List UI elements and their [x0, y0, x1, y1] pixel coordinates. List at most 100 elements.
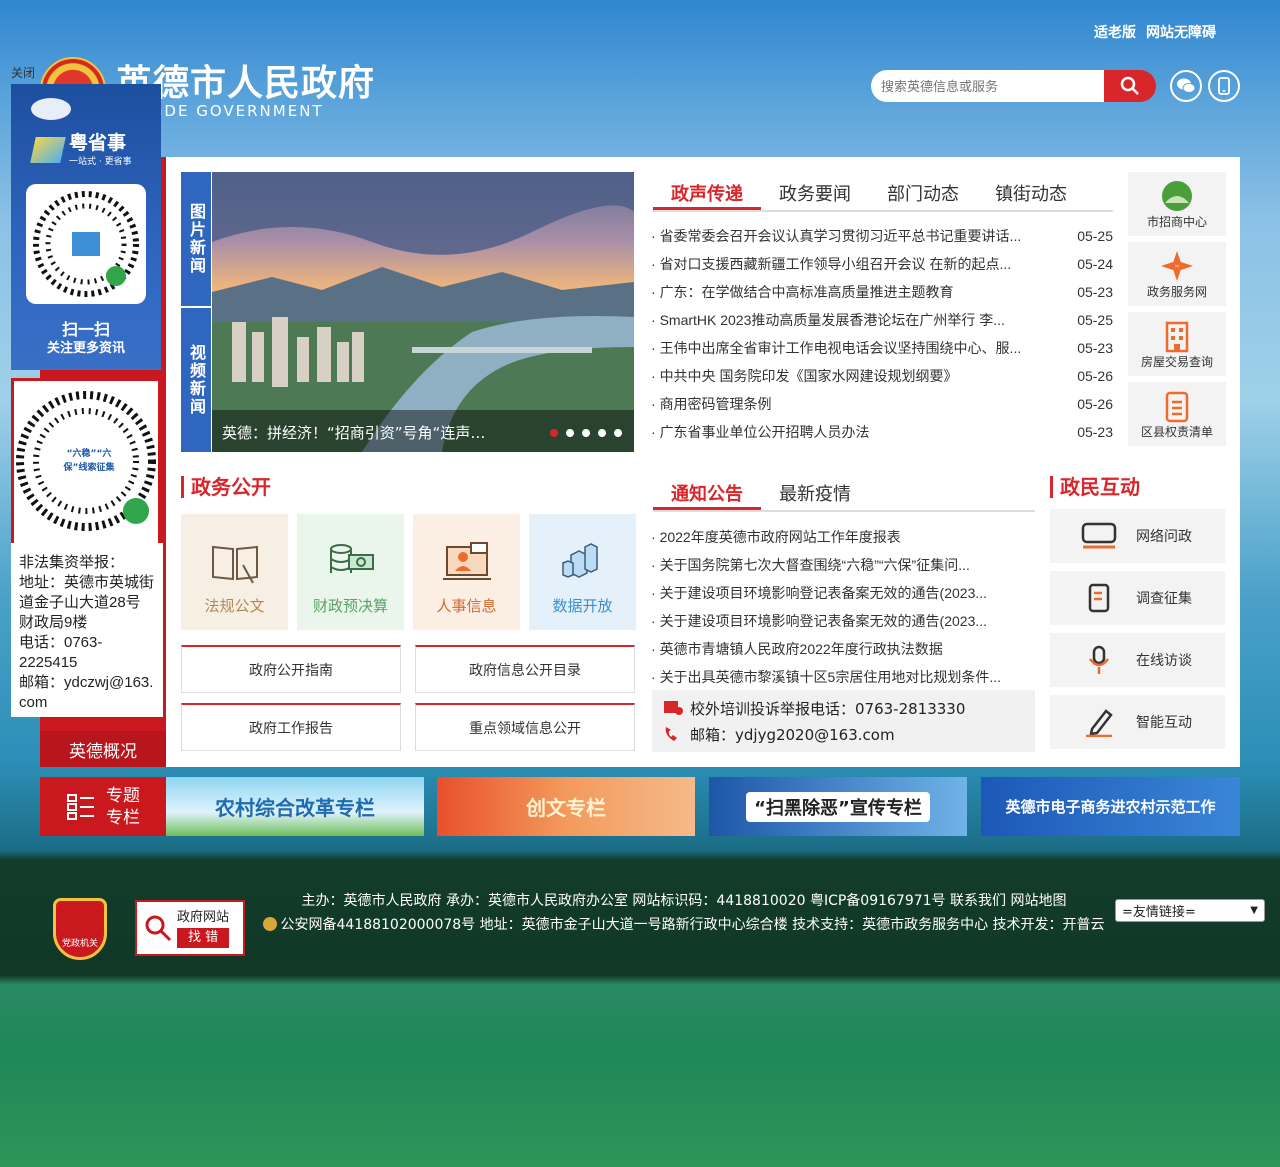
news-item[interactable]: · 省对口支援西藏新疆工作领导小组召开会议 在新的起点... 05-24	[651, 250, 1113, 278]
search-input[interactable]	[871, 70, 1104, 102]
tab-dept-news[interactable]: 部门动态	[869, 180, 977, 210]
gov-service-button[interactable]: 政务服务网	[1128, 242, 1226, 306]
personnel-icon	[442, 542, 491, 580]
special-topics-label[interactable]: 专题 专栏	[40, 777, 166, 836]
qr-code-icon	[33, 191, 139, 297]
tile-regulations[interactable]: 法规公文	[181, 514, 288, 630]
tab-epidemic[interactable]: 最新疫情	[761, 480, 869, 510]
tab-notices[interactable]: 通知公告	[653, 480, 761, 510]
survey-button[interactable]: 调查征集	[1050, 571, 1225, 625]
open-guide-link[interactable]: 政府公开指南	[181, 645, 401, 693]
elderly-mode-link[interactable]: 适老版	[1094, 22, 1136, 42]
news-photo-carousel[interactable]: 英德：拼经济！“招商引资”号角“连声…	[212, 172, 634, 452]
police-badge-icon	[263, 917, 278, 931]
news-item[interactable]: · SmartHK 2023推动高质量发展香港论坛在广州举行 李... 05-25	[651, 306, 1113, 334]
report-title: 非法集资举报：	[19, 554, 125, 571]
banner-ecommerce[interactable]: 英德市电子商务进农村示范工作	[981, 777, 1240, 836]
footer-line2-text: 公安网备44188102000078号 地址：英德市金子山大道一号路新行政中心综…	[280, 917, 1105, 933]
survey-icon	[1088, 583, 1110, 613]
banner-anti-crime-label: “扫黑除恶”宣传专栏	[746, 791, 930, 822]
carousel-dots	[550, 429, 622, 437]
tile-personnel[interactable]: 人事信息	[413, 514, 520, 630]
app-slogan: 一站式 · 更省事	[69, 157, 132, 167]
carousel-dot[interactable]	[566, 429, 574, 437]
banner-anti-crime[interactable]: “扫黑除恶”宣传专栏	[709, 777, 967, 836]
open-catalog-link[interactable]: 政府信息公开目录	[415, 645, 635, 693]
power-list-button[interactable]: 区县权责清单	[1128, 382, 1226, 446]
online-inquiry-button[interactable]: 网络问政	[1050, 509, 1225, 563]
search-button[interactable]	[1104, 70, 1156, 102]
report-email: 邮箱：ydczwj@163.com	[19, 674, 154, 711]
float-close-button[interactable]: 关闭	[11, 64, 35, 81]
key-areas-link[interactable]: 重点领域信息公开	[415, 703, 635, 751]
mobile-button[interactable]	[1208, 70, 1240, 102]
gov-site-error-report[interactable]: 政府网站 找 错	[135, 900, 245, 956]
tab-town-news[interactable]: 镇街动态	[977, 180, 1085, 210]
footer-line2: 公安网备44188102000078号 地址：英德市金子山大道一号路新行政中心综…	[262, 913, 1106, 937]
online-interview-button[interactable]: 在线访谈	[1050, 633, 1225, 687]
party-gov-badge[interactable]: 党政机关	[53, 898, 107, 960]
housing-query-button[interactable]: 房屋交易查询	[1128, 312, 1226, 376]
banner-civilization[interactable]: 创文专栏	[437, 777, 695, 836]
six-stable-label: “六稳”“六保”线索征集	[63, 449, 115, 473]
online-interview-label: 在线访谈	[1136, 653, 1192, 669]
notice-item[interactable]: · 关于出具英德市黎溪镇十区5宗居住用地对比规划条件...	[651, 663, 1035, 691]
checklist-icon	[1165, 391, 1189, 423]
app-brand: 粤省事 一站式 · 更省事	[30, 132, 132, 167]
tile-open-data[interactable]: 数据开放	[529, 514, 636, 630]
complaint-icon	[664, 701, 683, 715]
chevron-down-icon: ▼	[1250, 905, 1258, 916]
news-item[interactable]: · 商用密码管理条例 05-26	[651, 390, 1113, 418]
carousel-dot[interactable]	[550, 429, 558, 437]
building-icon	[1165, 321, 1189, 353]
carousel-dot[interactable]	[582, 429, 590, 437]
yueshengshi-float-ad[interactable]: 粤省事 一站式 · 更省事 扫一扫 关注更多资讯	[11, 84, 161, 370]
investment-center-label: 市招商中心	[1146, 215, 1207, 229]
notice-item[interactable]: · 英德市青塘镇人民政府2022年度行政执法数据	[651, 635, 1035, 663]
smart-interaction-button[interactable]: 智能互动	[1050, 695, 1225, 749]
friend-links-select[interactable]: =友情链接= ▼	[1115, 899, 1265, 922]
interaction-title: 政民互动	[1050, 476, 1140, 498]
gov-service-icon	[1161, 251, 1193, 281]
news-item[interactable]: · 王伟中出席全省审计工作电视电话会议坚持围绕中心、服... 05-23	[651, 334, 1113, 362]
notice-tabs: 通知公告 最新疫情	[653, 480, 1035, 512]
investment-center-button[interactable]: 市招商中心	[1128, 172, 1226, 236]
notice-item[interactable]: · 关于国务院第七次大督查围绕“六稳”“六保”征集问...	[651, 551, 1035, 579]
smart-interaction-label: 智能互动	[1136, 715, 1192, 731]
tile-budget[interactable]: 财政预决算	[297, 514, 404, 630]
wechat-button[interactable]	[1170, 70, 1202, 102]
news-item[interactable]: · 广东：在学做结合中高标准高质量推进主题教育 05-23	[651, 278, 1113, 306]
gov-open-title: 政务公开	[181, 476, 271, 498]
overview-link[interactable]: 英德概况	[40, 731, 166, 767]
top-links: 适老版 网站无障碍	[1094, 22, 1216, 42]
work-report-link[interactable]: 政府工作报告	[181, 703, 401, 751]
error-report-action: 找 错	[177, 928, 230, 948]
search-icon	[1120, 76, 1139, 95]
online-inquiry-label: 网络问政	[1136, 529, 1192, 545]
qr-code-app	[26, 184, 146, 304]
monitor-icon	[1081, 522, 1117, 549]
list-icon	[67, 793, 94, 820]
tab-gov-voice[interactable]: 政声传递	[653, 180, 761, 210]
news-item[interactable]: · 中共中央 国务院印发《国家水网建设规划纲要》 05-26	[651, 362, 1113, 390]
tab-gov-news[interactable]: 政务要闻	[761, 180, 869, 210]
magnifier-icon	[145, 915, 172, 942]
tab-video-news[interactable]: 视频新闻	[181, 306, 211, 452]
scan-subtitle: 关注更多资讯	[46, 341, 125, 356]
news-item[interactable]: · 广东省事业单位公开招聘人员办法 05-23	[651, 418, 1113, 446]
notice-item[interactable]: · 2022年度英德市政府网站工作年度报表	[651, 523, 1035, 551]
banner-rural-reform[interactable]: 农村综合改革专栏	[166, 777, 424, 836]
accessibility-link[interactable]: 网站无障碍	[1146, 22, 1216, 42]
news-tabs: 政声传递 政务要闻 部门动态 镇街动态	[653, 180, 1113, 212]
six-stable-qr-ad[interactable]: “六稳”“六保”线索征集	[11, 378, 161, 543]
tab-photo-news[interactable]: 图片新闻	[181, 172, 211, 306]
notice-item[interactable]: · 关于建设项目环境影响登记表备案无效的通告(2023...	[651, 607, 1035, 635]
notice-item[interactable]: · 关于建设项目环境影响登记表备案无效的通告(2023...	[651, 579, 1035, 607]
survey-label: 调查征集	[1136, 591, 1192, 607]
news-item[interactable]: · 省委常委会召开会议认真学习贯彻习近平总书记重要讲话... 05-25	[651, 222, 1113, 250]
carousel-dot[interactable]	[614, 429, 622, 437]
microphone-icon	[1089, 645, 1109, 674]
party-gov-badge-label: 党政机关	[61, 939, 98, 949]
pen-icon	[1086, 709, 1113, 737]
carousel-dot[interactable]	[598, 429, 606, 437]
